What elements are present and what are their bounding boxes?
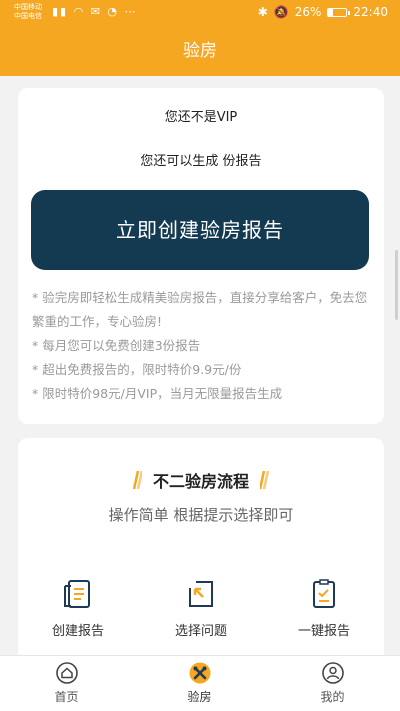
notes-list: * 验完房即轻松生成精美验房报告，直接分享给客户，免去您繁重的工作，专心验房! … [32, 286, 372, 406]
app-bar: 验房 [0, 26, 400, 76]
tab-label: 首页 [54, 690, 79, 704]
carrier-1: 中国移动 [14, 3, 42, 11]
bluetooth-icon: ✱ [257, 5, 268, 19]
mute-icon: 🔕 [273, 5, 289, 19]
tab-label: 验房 [187, 690, 212, 704]
vip-status-text: 您还不是VIP [164, 110, 238, 125]
remaining-reports-text: 您还可以生成 份报告 [140, 154, 262, 169]
step-one-click-report[interactable]: 一键报告 [264, 578, 384, 639]
step-label: 一键报告 [297, 624, 350, 639]
tools-icon [189, 662, 210, 684]
step-label: 创建报告 [51, 624, 104, 639]
page-title: 验房 [183, 41, 217, 61]
checklist-icon [313, 579, 335, 608]
flow-title-row: 不二验房流程 [18, 468, 384, 492]
clock: 22:40 [353, 5, 388, 19]
user-icon [321, 662, 344, 684]
status-right: ✱ 🔕 26% 22:40 [258, 5, 388, 19]
flow-title: 不二验房流程 [152, 472, 249, 491]
tab-inspection[interactable]: 验房 [133, 662, 266, 705]
slash-decoration-icon [132, 470, 142, 490]
step-label: 选择问题 [174, 624, 227, 639]
tab-home[interactable]: 首页 [0, 662, 133, 705]
battery-percent: 26% [294, 5, 322, 19]
select-icon [189, 581, 213, 607]
note-item: * 每月您可以免费创建3份报告 [32, 338, 201, 353]
tab-label: 我的 [320, 690, 345, 704]
bottom-tab-bar: 首页 验房 我的 [0, 655, 400, 711]
note-item: * 限时特价98元/月VIP，当月无限量报告生成 [32, 386, 283, 401]
create-report-button[interactable]: 立即创建验房报告 [31, 190, 369, 270]
status-bar: 中国移动 中国电信 ▮▮ ◠ ✉ ◔ ⋯ ✱ 🔕 26% 22:40 [0, 0, 400, 26]
home-icon [55, 662, 78, 684]
step-create-report[interactable]: 创建报告 [18, 578, 138, 639]
flow-subtitle: 操作简单 根据提示选择即可 [108, 506, 294, 524]
document-icon [64, 580, 90, 608]
flow-card: 不二验房流程 操作简单 根据提示选择即可 创建报告 选择问题 一键报告 [18, 438, 384, 668]
battery-icon [327, 7, 351, 17]
carrier-2: 中国电信 [14, 12, 42, 20]
note-item: * 验完房即轻松生成精美验房报告，直接分享给客户，免去您繁重的工作，专心验房! [32, 290, 368, 329]
slash-decoration-icon [260, 470, 270, 490]
scrollbar[interactable] [395, 250, 398, 320]
signal-icons: ▮▮ ◠ ✉ ◔ ⋯ [52, 5, 138, 18]
tab-mine[interactable]: 我的 [266, 662, 399, 705]
carrier-info: 中国移动 中国电信 [14, 3, 42, 21]
step-select-issue[interactable]: 选择问题 [141, 578, 261, 639]
vip-card: 您还不是VIP 您还可以生成 份报告 立即创建验房报告 * 验完房即轻松生成精美… [18, 88, 384, 424]
note-item: * 超出免费报告的，限时特价9.9元/份 [32, 362, 242, 377]
